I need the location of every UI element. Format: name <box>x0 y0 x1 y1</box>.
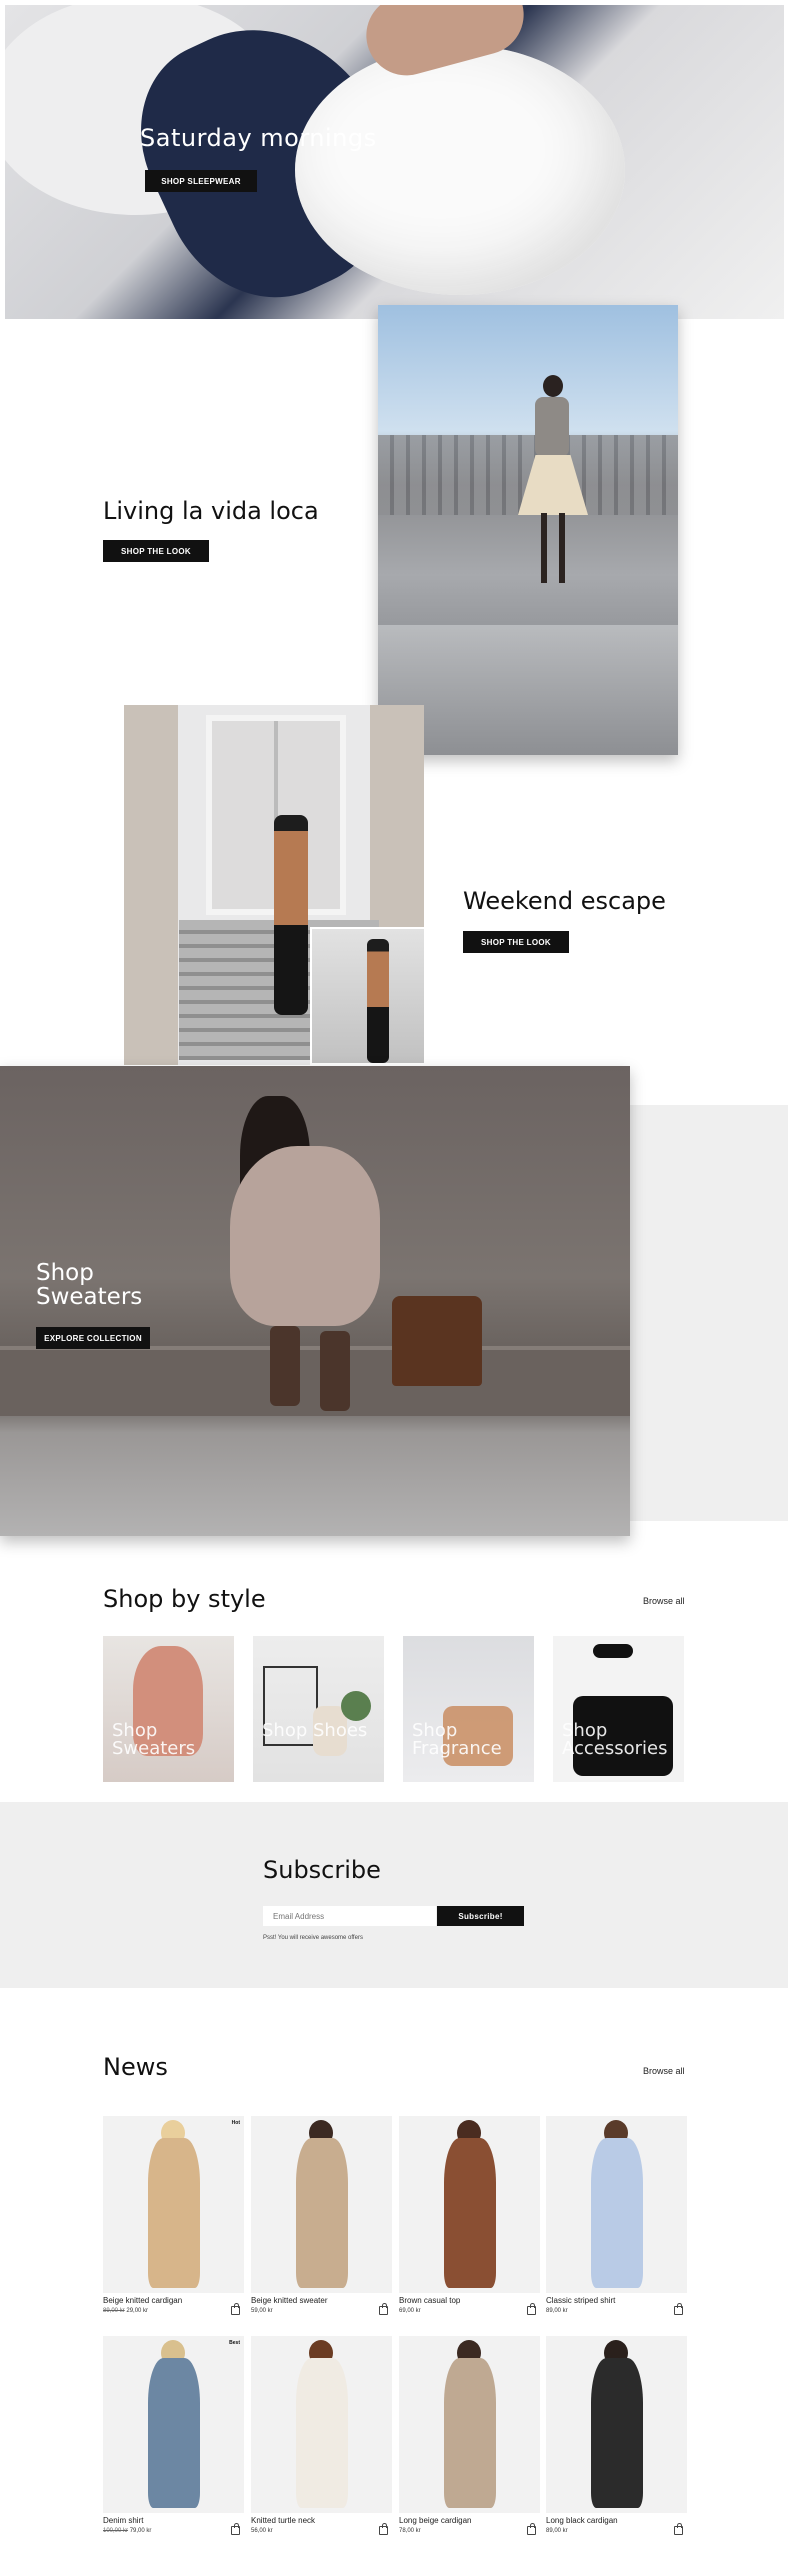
subscribe-note: Psst! You will receive awesome offers <box>263 1935 363 1941</box>
model-outfit <box>444 2358 496 2508</box>
style-card-label: Shop Accessories <box>562 1720 668 1759</box>
style-card-shoes[interactable]: Shop Shoes <box>253 1636 384 1782</box>
product-price: 89,00 kr 29,00 kr <box>103 2308 148 2314</box>
feature-title-2: Weekend escape <box>463 887 666 915</box>
add-to-bag-icon[interactable] <box>527 2523 536 2535</box>
product-image[interactable] <box>399 2116 540 2293</box>
add-to-bag-icon[interactable] <box>231 2523 240 2535</box>
photo-handbag <box>392 1296 482 1386</box>
style-card-label: Shop Shoes <box>262 1720 368 1741</box>
browse-all-link[interactable]: Browse all <box>643 1596 685 1606</box>
feature-photo-plaza[interactable] <box>378 305 678 755</box>
model-outfit <box>591 2138 643 2288</box>
feature-title-3: Shop Sweaters <box>36 1260 143 1310</box>
explore-collection-button[interactable]: EXPLORE COLLECTION <box>36 1327 150 1349</box>
product-old-price: 100,00 kr <box>103 2528 129 2534</box>
product-card[interactable]: Classic striped shirt 89,00 kr <box>546 2116 687 2315</box>
subscribe-button[interactable]: Subscribe! <box>437 1906 524 1926</box>
email-field[interactable] <box>263 1906 436 1926</box>
product-badge: Best <box>229 2340 240 2346</box>
hero-photo-dog <box>295 45 625 295</box>
product-price: 69,00 kr <box>399 2308 421 2314</box>
add-to-bag-icon[interactable] <box>527 2303 536 2315</box>
add-to-bag-icon[interactable] <box>231 2303 240 2315</box>
product-badge: Hot <box>231 2120 240 2126</box>
product-card[interactable]: Beige knitted sweater 59,00 kr <box>251 2116 392 2315</box>
photo-model <box>210 1096 380 1411</box>
product-image[interactable] <box>251 2116 392 2293</box>
product-price: 89,00 kr <box>546 2308 568 2314</box>
product-name[interactable]: Brown casual top <box>399 2296 460 2305</box>
subscribe-section <box>0 1802 788 1988</box>
add-to-bag-icon[interactable] <box>379 2303 388 2315</box>
model-outfit <box>296 2138 348 2288</box>
grey-backdrop <box>630 1105 788 1521</box>
product-card[interactable]: Long beige cardigan 78,00 kr <box>399 2336 540 2535</box>
hero-banner[interactable] <box>5 5 784 319</box>
feature-title-1: Living la vida loca <box>103 497 319 525</box>
model-outfit <box>296 2358 348 2508</box>
product-price: 100,00 kr 79,00 kr <box>103 2528 151 2534</box>
product-current-price: 79,00 kr <box>129 2528 152 2534</box>
style-card-accessories[interactable]: Shop Accessories <box>553 1636 684 1782</box>
shop-the-look-button-2[interactable]: SHOP THE LOOK <box>463 931 569 953</box>
product-current-price: 56,00 kr <box>251 2528 273 2534</box>
shop-the-look-button-1[interactable]: SHOP THE LOOK <box>103 540 209 562</box>
subscribe-title: Subscribe <box>263 1856 381 1884</box>
product-price: 59,00 kr <box>251 2308 273 2314</box>
add-to-bag-icon[interactable] <box>379 2523 388 2535</box>
browse-all-link[interactable]: Browse all <box>643 2066 685 2076</box>
feature-photo-stairs[interactable] <box>124 705 424 1065</box>
product-card[interactable]: Best Denim shirt 100,00 kr 79,00 kr <box>103 2336 244 2535</box>
product-price: 56,00 kr <box>251 2528 273 2534</box>
shop-by-style-title: Shop by style <box>103 1585 266 1613</box>
model-outfit <box>591 2358 643 2508</box>
news-title: News <box>103 2053 168 2081</box>
add-to-bag-icon[interactable] <box>674 2303 683 2315</box>
product-name[interactable]: Denim shirt <box>103 2516 143 2525</box>
product-name[interactable]: Knitted turtle neck <box>251 2516 315 2525</box>
photo-inset <box>310 927 424 1065</box>
product-card[interactable]: Brown casual top 69,00 kr <box>399 2116 540 2315</box>
product-price: 89,00 kr <box>546 2528 568 2534</box>
product-image[interactable]: Hot <box>103 2116 244 2293</box>
style-card-fragrance[interactable]: Shop Fragrance <box>403 1636 534 1782</box>
product-image[interactable] <box>546 2116 687 2293</box>
model-outfit <box>148 2138 200 2288</box>
shop-sleepwear-button[interactable]: SHOP SLEEPWEAR <box>145 170 257 192</box>
product-name[interactable]: Beige knitted cardigan <box>103 2296 182 2305</box>
product-card[interactable]: Long black cardigan 89,00 kr <box>546 2336 687 2535</box>
product-price: 78,00 kr <box>399 2528 421 2534</box>
product-current-price: 59,00 kr <box>251 2308 273 2314</box>
style-card-label: Shop Fragrance <box>412 1720 502 1759</box>
model-outfit <box>148 2358 200 2508</box>
style-card-label: Shop Sweaters <box>112 1720 196 1759</box>
product-name[interactable]: Long black cardigan <box>546 2516 618 2525</box>
product-current-price: 89,00 kr <box>546 2308 568 2314</box>
model-outfit <box>444 2138 496 2288</box>
product-card[interactable]: Knitted turtle neck 56,00 kr <box>251 2336 392 2535</box>
product-image[interactable]: Best <box>103 2336 244 2513</box>
product-name[interactable]: Beige knitted sweater <box>251 2296 328 2305</box>
hero-title: Saturday mornings <box>140 124 377 152</box>
product-image[interactable] <box>546 2336 687 2513</box>
add-to-bag-icon[interactable] <box>674 2523 683 2535</box>
product-image[interactable] <box>399 2336 540 2513</box>
style-card-sweaters[interactable]: Shop Sweaters <box>103 1636 234 1782</box>
product-name[interactable]: Classic striped shirt <box>546 2296 615 2305</box>
product-card[interactable]: Hot Beige knitted cardigan 89,00 kr 29,00 … <box>103 2116 244 2315</box>
photo-model <box>274 815 308 1015</box>
card-photo-plant <box>341 1691 371 1721</box>
card-photo-sunglasses <box>593 1644 633 1658</box>
photo-model <box>513 375 593 635</box>
product-name[interactable]: Long beige cardigan <box>399 2516 472 2525</box>
product-current-price: 78,00 kr <box>399 2528 421 2534</box>
product-current-price: 29,00 kr <box>126 2308 149 2314</box>
product-current-price: 89,00 kr <box>546 2528 568 2534</box>
product-old-price: 89,00 kr <box>103 2308 125 2314</box>
product-current-price: 69,00 kr <box>399 2308 421 2314</box>
product-image[interactable] <box>251 2336 392 2513</box>
